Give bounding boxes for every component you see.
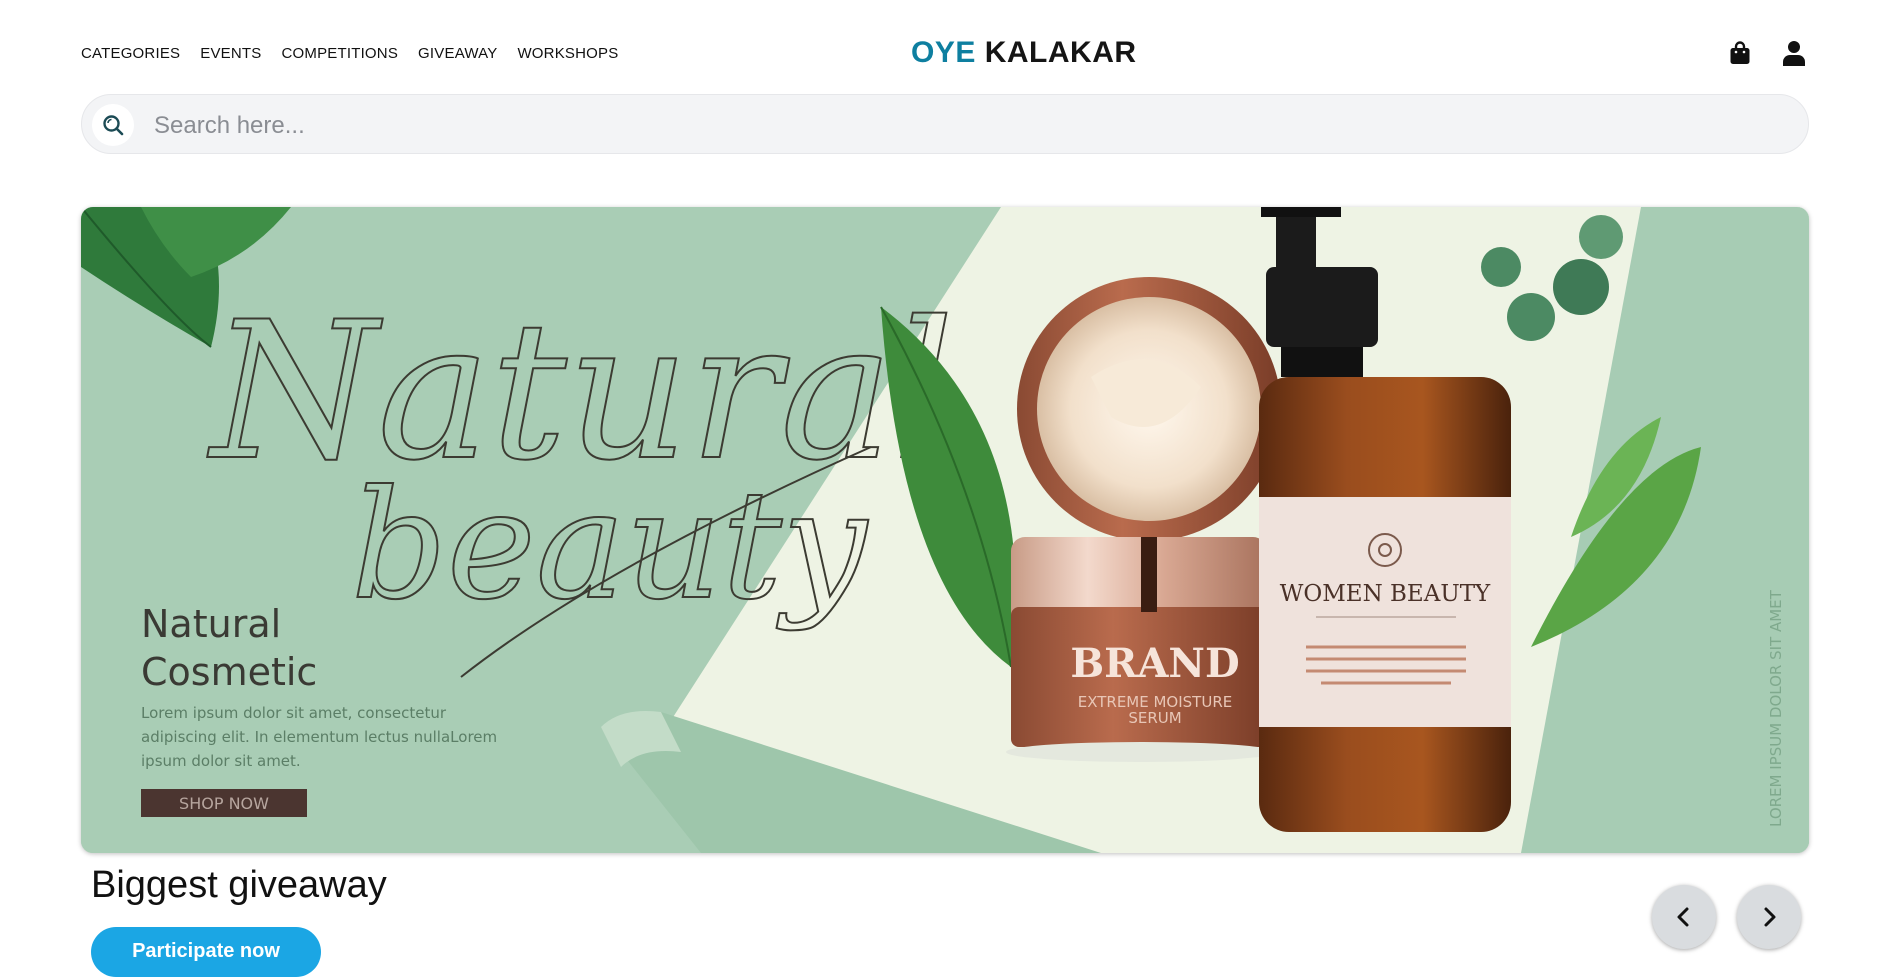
banner-heading-line2: Cosmetic	[141, 650, 317, 694]
banner-body-line3: ipsum dolor sit amet.	[141, 752, 301, 770]
search-icon[interactable]	[92, 104, 134, 146]
banner-heading-line1: Natural	[141, 602, 281, 646]
logo-part-oye: OYE	[911, 36, 976, 69]
chevron-left-icon	[1677, 907, 1689, 927]
shop-now-button[interactable]: SHOP NOW	[179, 794, 269, 813]
participate-now-button[interactable]: Participate now	[91, 927, 321, 977]
hero-banner[interactable]: Natural beauty Natural Cosmetic Lorem ip…	[81, 207, 1809, 853]
banner-artwork: Natural beauty Natural Cosmetic Lorem ip…	[81, 207, 1809, 853]
search-bar[interactable]	[81, 94, 1809, 154]
shopping-bag-icon[interactable]	[1725, 38, 1755, 68]
nav-giveaway[interactable]: GIVEAWAY	[418, 45, 497, 62]
main-nav: CATEGORIES EVENTS COMPETITIONS GIVEAWAY …	[81, 38, 638, 68]
search-input[interactable]	[152, 107, 1756, 145]
bottle-label-text: WOMEN BEAUTY	[1280, 581, 1491, 607]
logo-part-kalakar: KALAKAR	[984, 36, 1137, 69]
banner-body-line2: adipiscing elit. In elementum lectus nul…	[141, 728, 497, 746]
nav-workshops[interactable]: WORKSHOPS	[517, 45, 618, 62]
logo[interactable]: OYE KALAKAR	[911, 36, 1137, 70]
banner-script-beauty: beauty	[351, 459, 869, 633]
banner-side-text: LOREM IPSUM DOLOR SIT AMET	[1767, 589, 1785, 827]
banner-body-line1: Lorem ipsum dolor sit amet, consectetur	[141, 704, 447, 722]
nav-events[interactable]: EVENTS	[200, 45, 261, 62]
jar-sub-line2: SERUM	[1128, 709, 1181, 727]
carousel-prev-button[interactable]	[1652, 885, 1716, 949]
user-icon[interactable]	[1779, 38, 1809, 68]
carousel-next-button[interactable]	[1737, 885, 1801, 949]
giveaway-title: Biggest giveaway	[91, 864, 387, 906]
nav-competitions[interactable]: COMPETITIONS	[281, 45, 398, 62]
jar-brand-text: BRAND	[1070, 640, 1239, 687]
nav-categories[interactable]: CATEGORIES	[81, 45, 180, 62]
header: CATEGORIES EVENTS COMPETITIONS GIVEAWAY …	[81, 36, 1809, 70]
header-icons	[1701, 38, 1809, 68]
chevron-right-icon	[1764, 907, 1776, 927]
